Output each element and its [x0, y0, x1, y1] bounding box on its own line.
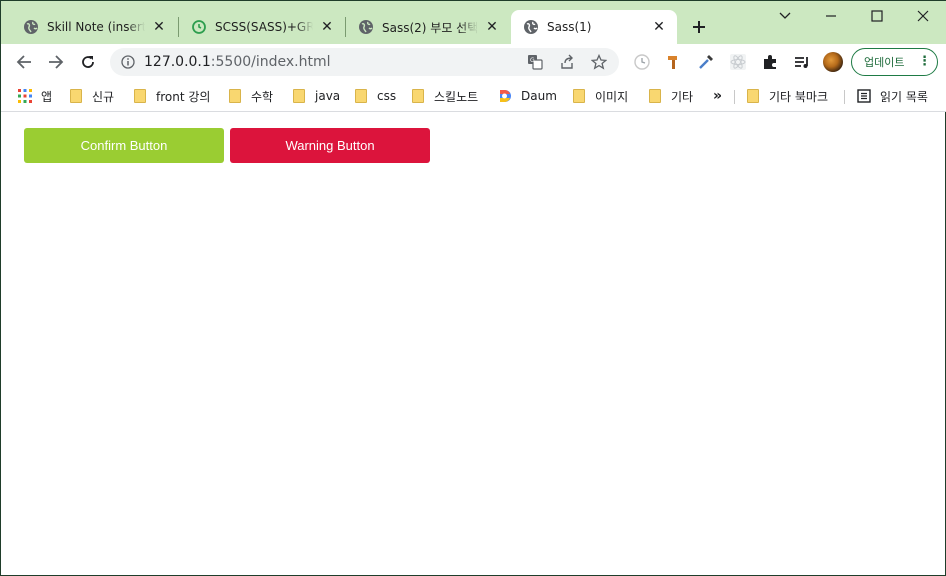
bookmark-divider	[734, 90, 735, 104]
ext-clock-icon[interactable]	[631, 51, 653, 73]
bookmark-label: 읽기 목록	[880, 89, 928, 104]
reading-list-button[interactable]: 읽기 목록	[856, 86, 928, 106]
back-button[interactable]	[9, 47, 39, 77]
ext-react-icon[interactable]	[727, 51, 749, 73]
ext-hammer-icon[interactable]	[663, 51, 685, 73]
media-queue-icon[interactable]	[791, 51, 813, 73]
plus-icon	[693, 21, 705, 33]
page-viewport: Confirm Button Warning Button	[1, 113, 945, 575]
bookmark-label: 스킬노트	[434, 89, 479, 104]
tab-title: SCSS(SASS)+GRID+	[215, 20, 313, 34]
bookmark-folder[interactable]: 스킬노트	[410, 86, 478, 106]
warning-button[interactable]: Warning Button	[230, 128, 430, 163]
reading-list-icon	[856, 88, 872, 104]
folder-icon	[745, 88, 761, 104]
close-icon	[917, 10, 929, 22]
close-icon[interactable]: ✕	[151, 19, 167, 35]
tab-title: Sass(1)	[547, 20, 592, 34]
apps-grid-icon	[17, 88, 33, 104]
bookmark-label: css	[377, 89, 397, 103]
confirm-button[interactable]: Confirm Button	[24, 128, 224, 163]
folder-icon	[571, 88, 587, 104]
tab-sass-1[interactable]: Sass(1) ✕	[511, 10, 677, 44]
kebab-menu-icon[interactable]: ⋮	[918, 54, 931, 70]
bookmark-label: 수학	[251, 89, 274, 104]
window-close-button[interactable]	[900, 1, 946, 31]
info-icon[interactable]	[120, 54, 136, 70]
maximize-icon	[871, 10, 883, 22]
tab-title: Skill Note (insert m	[47, 20, 145, 34]
chevron-double-right-icon: »	[713, 88, 723, 104]
update-label: 업데이트	[864, 56, 905, 69]
bookmark-apps[interactable]: 앱	[17, 86, 52, 106]
folder-icon	[647, 88, 663, 104]
tab-search-button[interactable]	[762, 1, 808, 31]
tab-title: Sass(2) 부모 선택자	[382, 20, 478, 35]
tab-skill-note[interactable]: Skill Note (insert m ✕	[11, 10, 177, 44]
bookmark-folder[interactable]: front 강의	[132, 86, 210, 106]
svg-text:G: G	[530, 57, 535, 64]
folder-icon	[291, 88, 307, 104]
arrow-right-icon	[49, 55, 64, 69]
tab-scss-grid[interactable]: SCSS(SASS)+GRID+ ✕	[179, 10, 345, 44]
bookmark-label: 이미지	[595, 89, 629, 104]
translate-icon[interactable]: G	[523, 50, 547, 74]
tab-sass-2[interactable]: Sass(2) 부모 선택자 ✕	[346, 10, 510, 44]
globe-icon	[23, 19, 39, 35]
bookmarks-bar: 앱 신규 front 강의 수학 java css 스킬노트 Daum 이미지 …	[1, 80, 946, 112]
share-icon[interactable]	[555, 50, 579, 74]
maximize-button[interactable]	[854, 1, 900, 31]
folder-icon	[132, 88, 148, 104]
arrow-left-icon	[16, 55, 31, 69]
star-icon[interactable]	[587, 50, 611, 74]
bookmark-divider	[844, 90, 845, 104]
update-button[interactable]: 업데이트 ⋮	[851, 48, 938, 76]
chevron-down-icon	[779, 12, 791, 19]
tab-strip: Skill Note (insert m ✕ SCSS(SASS)+GRID+ …	[1, 1, 946, 44]
refresh-green-icon	[191, 19, 207, 35]
folder-icon	[227, 88, 243, 104]
bookmark-other-folder[interactable]: 기타 북마크	[745, 86, 828, 106]
close-icon[interactable]: ✕	[651, 19, 667, 35]
new-tab-button[interactable]	[685, 13, 713, 41]
profile-avatar[interactable]	[823, 52, 843, 72]
bookmark-folder[interactable]: 수학	[227, 86, 273, 106]
browser-toolbar: 127.0.0.1:5500/index.html G 업데이트 ⋮	[1, 44, 946, 80]
bookmark-label: 기타 북마크	[769, 89, 829, 104]
bookmark-label: 기타	[671, 89, 694, 104]
globe-icon	[358, 19, 374, 35]
reload-icon	[82, 56, 94, 68]
address-bar[interactable]: 127.0.0.1:5500/index.html G	[110, 48, 619, 76]
folder-icon	[410, 88, 426, 104]
forward-button[interactable]	[41, 47, 71, 77]
bookmark-label: 앱	[41, 89, 53, 104]
url-path: :5500/index.html	[210, 54, 331, 70]
bookmark-folder[interactable]: 신규	[68, 86, 114, 106]
bookmark-daum[interactable]: Daum	[497, 86, 557, 106]
bookmark-folder[interactable]: java	[291, 86, 340, 106]
bookmarks-overflow-button[interactable]: »	[713, 86, 722, 106]
folder-icon	[68, 88, 84, 104]
globe-icon	[523, 19, 539, 35]
reload-button[interactable]	[73, 47, 103, 77]
url-text[interactable]: 127.0.0.1:5500/index.html	[144, 54, 523, 70]
bookmark-label: front 강의	[156, 89, 211, 104]
bookmark-label: Daum	[521, 89, 557, 103]
close-icon[interactable]: ✕	[319, 19, 335, 35]
bookmark-label: 신규	[92, 89, 115, 104]
url-host: 127.0.0.1	[144, 54, 211, 70]
ext-eyedropper-icon[interactable]	[695, 51, 717, 73]
minimize-button[interactable]	[808, 1, 854, 31]
daum-icon	[497, 88, 513, 104]
bookmark-folder[interactable]: 기타	[647, 86, 693, 106]
minimize-icon	[826, 15, 836, 17]
close-icon[interactable]: ✕	[484, 19, 500, 35]
bookmark-label: java	[315, 89, 341, 103]
bookmark-folder[interactable]: css	[353, 86, 396, 106]
folder-icon	[353, 88, 369, 104]
puzzle-icon[interactable]	[759, 51, 781, 73]
bookmark-folder[interactable]: 이미지	[571, 86, 628, 106]
